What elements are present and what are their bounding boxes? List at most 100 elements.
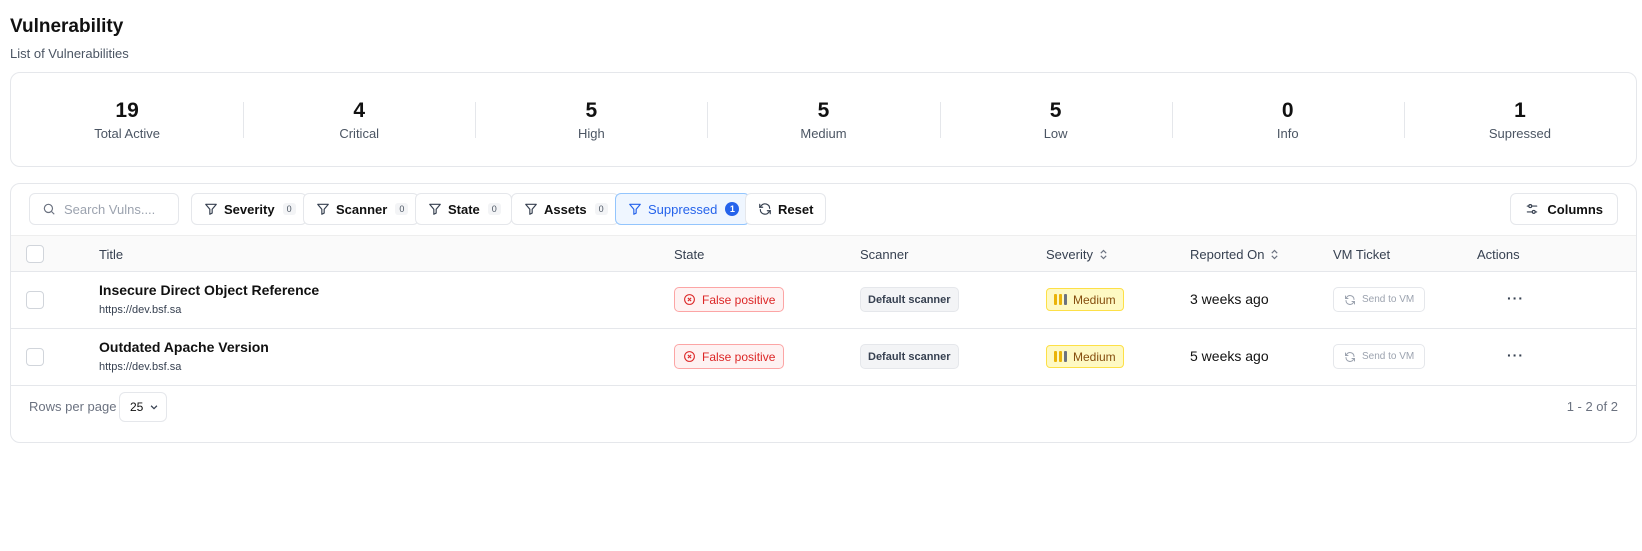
- send-to-vm-button[interactable]: Send to VM: [1333, 287, 1426, 312]
- severity-bars-icon: [1054, 351, 1067, 362]
- stat-critical: 4 Critical: [243, 98, 475, 141]
- stat-label: Critical: [339, 125, 380, 141]
- severity-cell: Medium: [1046, 345, 1124, 368]
- rows-per-page-label: Rows per page: [29, 399, 117, 414]
- more-actions-icon[interactable]: ···: [1507, 347, 1524, 363]
- refresh-icon: [758, 202, 772, 216]
- filter-state-button[interactable]: State 0: [415, 193, 512, 225]
- filter-suppressed-button[interactable]: Suppressed 1: [615, 193, 751, 225]
- state-cell: False positive: [674, 344, 785, 369]
- stat-info: 0 Info: [1171, 98, 1404, 141]
- filter-icon: [524, 202, 538, 216]
- stat-value: 1: [1514, 98, 1526, 122]
- table-footer: Rows per page 25 1 - 2 of 2: [29, 392, 1618, 422]
- stat-value: 19: [115, 98, 139, 122]
- reported-on: 5 weeks ago: [1190, 348, 1269, 364]
- filter-label: Severity: [224, 201, 275, 217]
- column-header-title: Title: [99, 247, 124, 262]
- filter-count-badge: 0: [594, 203, 608, 215]
- reported-on: 3 weeks ago: [1190, 291, 1269, 307]
- severity-label: Medium: [1073, 349, 1116, 364]
- vulnerability-host: https://dev.bsf.sa: [99, 304, 182, 316]
- search-input[interactable]: [64, 201, 174, 217]
- table-header: Title State Scanner Severity Reported On…: [11, 235, 1636, 272]
- columns-label: Columns: [1547, 201, 1603, 217]
- column-header-label: Severity: [1046, 247, 1093, 262]
- reset-button[interactable]: Reset: [745, 193, 827, 225]
- stat-value: 0: [1281, 98, 1294, 122]
- filter-count-badge: 1: [725, 202, 740, 216]
- title-cell: Insecure Direct Object Reference https:/…: [99, 282, 319, 316]
- row-checkbox[interactable]: [26, 348, 44, 366]
- toolbar: Severity 0 Scanner 0 State 0 Assets 0 Su…: [29, 193, 1618, 227]
- stat-value: 5: [585, 98, 598, 122]
- filter-label: Suppressed: [648, 201, 718, 217]
- filter-icon: [428, 202, 442, 216]
- stat-medium: 5 Medium: [707, 98, 939, 141]
- state-label: False positive: [702, 349, 776, 364]
- column-header-severity[interactable]: Severity: [1046, 247, 1108, 262]
- filter-count-badge: 0: [282, 203, 296, 215]
- row-checkbox[interactable]: [26, 291, 44, 309]
- scanner-badge: Default scanner: [860, 287, 959, 312]
- state-label: False positive: [702, 292, 776, 307]
- x-circle-icon: [683, 293, 696, 306]
- filter-severity-button[interactable]: Severity 0: [191, 193, 307, 225]
- page-subtitle: List of Vulnerabilities: [10, 46, 129, 61]
- more-actions-icon[interactable]: ···: [1507, 290, 1524, 306]
- filter-icon: [628, 202, 642, 216]
- vulnerability-host: https://dev.bsf.sa: [99, 361, 182, 373]
- send-to-vm-button[interactable]: Send to VM: [1333, 344, 1426, 369]
- reset-label: Reset: [778, 201, 814, 217]
- x-circle-icon: [683, 350, 696, 363]
- stat-high: 5 High: [475, 98, 707, 141]
- severity-badge: Medium: [1046, 288, 1124, 311]
- send-to-vm-label: Send to VM: [1362, 294, 1415, 305]
- stat-label: Total Active: [94, 125, 160, 141]
- severity-cell: Medium: [1046, 288, 1124, 311]
- vulnerability-table-card: Severity 0 Scanner 0 State 0 Assets 0 Su…: [10, 183, 1637, 443]
- scanner-cell: Default scanner: [860, 287, 959, 312]
- scanner-badge: Default scanner: [860, 344, 959, 369]
- vm-ticket-cell: Send to VM: [1333, 287, 1426, 312]
- filter-assets-button[interactable]: Assets 0: [511, 193, 619, 225]
- severity-bars-icon: [1054, 294, 1067, 305]
- column-header-label: Reported On: [1190, 247, 1265, 262]
- scanner-cell: Default scanner: [860, 344, 959, 369]
- columns-button[interactable]: Columns: [1510, 193, 1618, 225]
- filter-scanner-button[interactable]: Scanner 0: [303, 193, 420, 225]
- filter-count-badge: 0: [487, 203, 501, 215]
- state-badge: False positive: [674, 287, 785, 312]
- select-all-checkbox[interactable]: [26, 245, 44, 263]
- column-header-actions: Actions: [1477, 247, 1520, 262]
- sliders-icon: [1525, 202, 1539, 216]
- stat-total-active: 19 Total Active: [11, 98, 243, 141]
- stat-label: Low: [1043, 125, 1068, 141]
- stat-value: 5: [1049, 98, 1062, 122]
- sort-icon: [1099, 249, 1108, 260]
- state-badge: False positive: [674, 344, 785, 369]
- filter-label: Assets: [544, 201, 587, 217]
- pagination-info: 1 - 2 of 2: [1566, 399, 1618, 414]
- refresh-icon: [1344, 351, 1356, 363]
- table-row: Outdated Apache Version https://dev.bsf.…: [11, 329, 1636, 386]
- stat-label: Medium: [800, 125, 847, 141]
- refresh-icon: [1344, 294, 1356, 306]
- column-header-reported-on[interactable]: Reported On: [1190, 247, 1279, 262]
- vulnerability-title[interactable]: Outdated Apache Version: [99, 339, 269, 355]
- vm-ticket-cell: Send to VM: [1333, 344, 1426, 369]
- stat-label: Info: [1276, 125, 1299, 141]
- severity-label: Medium: [1073, 292, 1116, 307]
- sort-icon: [1270, 249, 1279, 260]
- page-title: Vulnerability: [10, 16, 124, 37]
- stat-value: 5: [817, 98, 830, 122]
- title-cell: Outdated Apache Version https://dev.bsf.…: [99, 339, 269, 373]
- stats-summary-card: 19 Total Active 4 Critical 5 High 5 Medi…: [10, 72, 1637, 167]
- vulnerability-title[interactable]: Insecure Direct Object Reference: [99, 282, 319, 298]
- stat-label: Supressed: [1488, 125, 1551, 141]
- column-header-state: State: [674, 247, 705, 262]
- severity-badge: Medium: [1046, 345, 1124, 368]
- chevron-down-icon: [149, 402, 159, 412]
- stat-value: 4: [353, 98, 366, 122]
- rows-per-page-select[interactable]: 25: [119, 392, 167, 422]
